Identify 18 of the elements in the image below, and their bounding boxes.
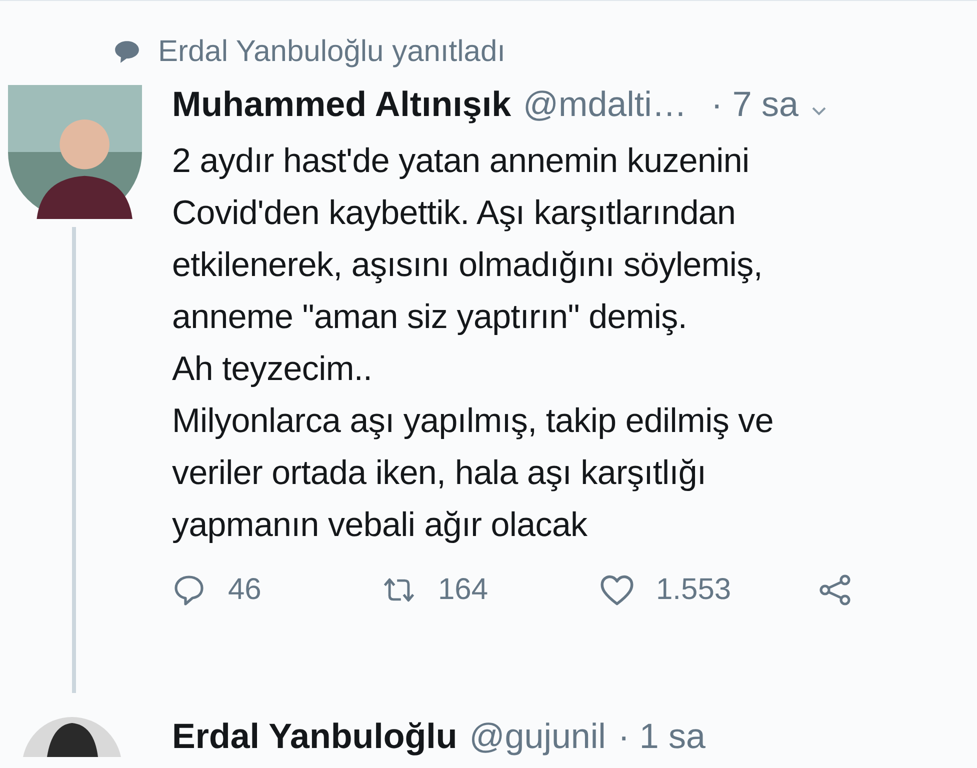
author-name[interactable]: Muhammed Altınışık xyxy=(172,85,512,125)
author-handle: @gujunil xyxy=(469,717,606,757)
avatar[interactable] xyxy=(8,85,142,219)
heart-icon[interactable] xyxy=(600,574,634,606)
action-count: 46 xyxy=(228,573,262,607)
action-count: 1.553 xyxy=(656,573,732,607)
tweet-time: · 7 sa xyxy=(710,85,798,125)
tweet-time: · 1 sa xyxy=(618,717,706,757)
author-name[interactable]: Erdal Yanbuloğlu xyxy=(172,717,458,757)
tweet-text: 2 aydır hast'de yatan annemin kuzenini Covid'den kaybettik. Aşı karşıtlarından etkilenerek, aşısını olmadığını söylemiş, anneme "aman siz yaptırın" demiş. Ah teyzecim.. Milyonlarca aşı yapılmış, takip edilmiş ve veriler ortada iken, hala aşı karşıtlığı yapmanın vebali ağır olacak xyxy=(172,141,774,546)
avatar[interactable] xyxy=(22,717,122,757)
speech-bubble-icon xyxy=(114,40,140,64)
reply-icon[interactable] xyxy=(172,574,206,606)
chevron-down-icon[interactable] xyxy=(812,106,826,116)
reply-context-text: Erdal Yanbuloğlu yanıtladı xyxy=(158,35,506,69)
author-handle: @mdalti… xyxy=(523,85,687,125)
action-count: 164 xyxy=(438,573,488,607)
share-icon[interactable] xyxy=(818,574,852,606)
